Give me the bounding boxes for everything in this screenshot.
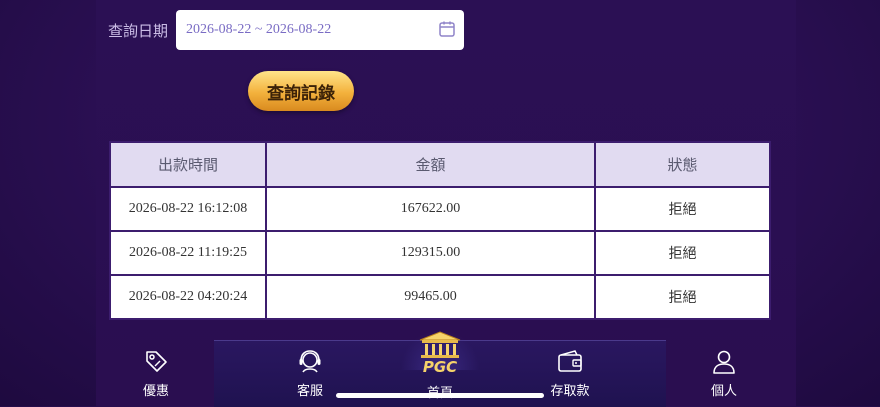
query-records-button[interactable]: 查詢記錄 <box>248 71 354 111</box>
calendar-icon[interactable] <box>438 20 456 38</box>
cell-time: 2026-08-22 04:20:24 <box>109 274 267 320</box>
cell-time: 2026-08-22 11:19:25 <box>109 230 267 276</box>
table-row: 2026-08-22 11:19:25 129315.00 拒絕 <box>109 230 771 276</box>
table-row: 2026-08-22 16:12:08 167622.00 拒絕 <box>109 186 771 232</box>
nav-item-service[interactable]: 客服 <box>292 348 328 399</box>
nav-label-promo: 優惠 <box>142 383 169 398</box>
table-header-row: 出款時間 金額 狀態 <box>109 141 771 188</box>
nav-item-profile[interactable]: 個人 <box>706 348 742 399</box>
column-header-amount: 金額 <box>265 141 596 188</box>
nav-label-profile: 個人 <box>710 383 737 398</box>
date-label: 查詢日期 <box>108 23 169 40</box>
cell-amount: 167622.00 <box>265 186 596 232</box>
cell-status: 拒絕 <box>594 230 771 276</box>
date-range-input[interactable]: 2026-08-22 ~ 2026-08-22 <box>176 10 464 50</box>
wallet-icon <box>558 350 582 372</box>
home-indicator[interactable] <box>336 393 544 398</box>
tag-icon <box>146 351 167 372</box>
table-row: 2026-08-22 04:20:24 99465.00 拒絕 <box>109 274 771 320</box>
nav-label-service: 客服 <box>296 383 323 398</box>
withdrawal-records-table: 出款時間 金額 狀態 2026-08-22 16:12:08 167622.00… <box>109 141 771 320</box>
nav-label-wallet: 存取款 <box>550 383 590 398</box>
pgc-logo[interactable]: PGC <box>412 330 468 380</box>
cell-status: 拒絕 <box>594 186 771 232</box>
nav-item-promo[interactable]: 優惠 <box>138 348 174 399</box>
logo-text: PGC <box>422 358 458 376</box>
date-range-value: 2026-08-22 ~ 2026-08-22 <box>186 22 332 37</box>
column-header-time: 出款時間 <box>109 141 267 188</box>
cell-amount: 99465.00 <box>265 274 596 320</box>
cell-amount: 129315.00 <box>265 230 596 276</box>
nav-item-wallet[interactable]: 存取款 <box>548 348 592 399</box>
nav-item-home[interactable]: 首頁 <box>422 382 458 401</box>
cell-status: 拒絕 <box>594 274 771 320</box>
temple-logo-icon <box>419 331 461 358</box>
column-header-status: 狀態 <box>594 141 771 188</box>
cell-time: 2026-08-22 16:12:08 <box>109 186 267 232</box>
headset-icon <box>299 350 321 373</box>
user-icon <box>713 350 735 374</box>
